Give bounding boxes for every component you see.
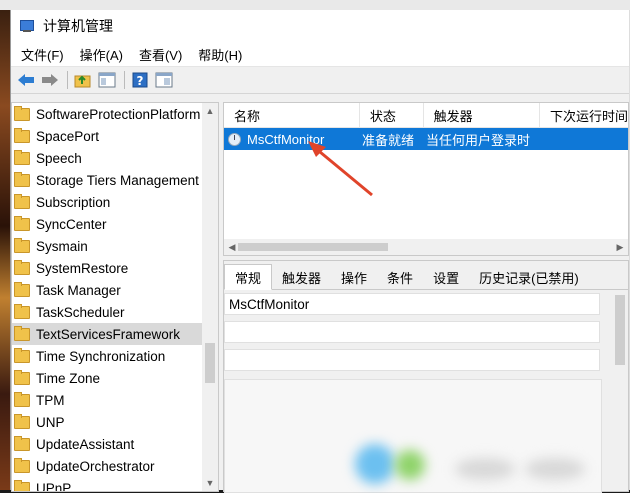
task-list-hscrollbar[interactable]: ◀ ▶	[224, 239, 628, 255]
folder-icon	[14, 171, 30, 187]
back-arrow-icon[interactable]	[15, 69, 37, 91]
folder-icon	[14, 149, 30, 165]
folder-icon	[14, 237, 30, 253]
desktop-wallpaper-edge	[0, 10, 10, 490]
task-description-area[interactable]	[224, 379, 602, 493]
tab-settings[interactable]: 设置	[423, 265, 469, 289]
task-trigger-cell: 当任何用户登录时	[426, 132, 531, 148]
column-header-name[interactable]: 名称	[224, 103, 360, 127]
tree-item[interactable]: Storage Tiers Management	[12, 169, 202, 191]
tree-item[interactable]: Time Synchronization	[12, 345, 202, 367]
tree-item-selected[interactable]: TextServicesFramework	[12, 323, 202, 345]
tab-conditions[interactable]: 条件	[377, 265, 423, 289]
tree-scroll-thumb[interactable]	[205, 343, 215, 383]
computer-management-icon	[19, 18, 35, 34]
tree-item[interactable]: TaskScheduler	[12, 301, 202, 323]
task-detail-pane: 常规 触发器 操作 条件 设置 历史记录(已禁用) MsCtfMonitor	[223, 260, 629, 493]
tree-item[interactable]: SystemRestore	[12, 257, 202, 279]
task-row-selected[interactable]: MsCtfMonitor 准备就绪 当任何用户登录时	[224, 128, 628, 150]
detail-tabs: 常规 触发器 操作 条件 设置 历史记录(已禁用)	[224, 261, 628, 290]
column-header-trigger[interactable]: 触发器	[424, 103, 540, 127]
tab-actions[interactable]: 操作	[331, 265, 377, 289]
toolbar-separator-2	[124, 71, 125, 89]
folder-icon	[14, 105, 30, 121]
tab-triggers[interactable]: 触发器	[272, 265, 331, 289]
detail-scrollbar[interactable]	[612, 291, 628, 491]
menu-action[interactable]: 操作(A)	[72, 45, 131, 64]
tab-history[interactable]: 历史记录(已禁用)	[469, 265, 589, 289]
tree-item[interactable]: UNP	[12, 411, 202, 433]
blurred-overlay	[355, 444, 395, 484]
column-header-next-run[interactable]: 下次运行时间	[540, 103, 628, 127]
red-annotation-arrow	[308, 141, 373, 197]
tree-item[interactable]: Time Zone	[12, 367, 202, 389]
scroll-up-icon[interactable]: ▲	[202, 103, 218, 119]
console-tree: SoftwareProtectionPlatform SpacePort Spe…	[11, 102, 219, 492]
up-folder-icon[interactable]	[72, 69, 94, 91]
scroll-right-icon[interactable]: ▶	[612, 239, 628, 255]
desktop-top-strip	[0, 0, 630, 10]
task-list-hscroll-thumb[interactable]	[238, 243, 388, 251]
menu-view[interactable]: 查看(V)	[131, 45, 190, 64]
folder-icon	[14, 259, 30, 275]
tab-general[interactable]: 常规	[224, 264, 273, 290]
svg-text:?: ?	[137, 74, 144, 88]
forward-arrow-icon[interactable]	[39, 69, 61, 91]
tree-item[interactable]: SpacePort	[12, 125, 202, 147]
tree-item[interactable]: Sysmain	[12, 235, 202, 257]
folder-icon	[14, 369, 30, 385]
right-pane: 名称 状态 触发器 下次运行时间 MsCtfMonitor 准备就绪 当任何用户…	[223, 102, 629, 493]
task-list-pane: 名称 状态 触发器 下次运行时间 MsCtfMonitor 准备就绪 当任何用户…	[223, 102, 629, 256]
folder-icon	[14, 281, 30, 297]
menu-file[interactable]: 文件(F)	[13, 45, 72, 64]
scroll-down-icon[interactable]: ▼	[202, 475, 218, 491]
folder-icon	[14, 215, 30, 231]
folder-icon	[14, 457, 30, 473]
tree-item[interactable]: Subscription	[12, 191, 202, 213]
tree-item[interactable]: UpdateOrchestrator	[12, 455, 202, 477]
task-clock-icon	[228, 132, 241, 146]
toolbar-separator	[67, 71, 68, 89]
task-name-field[interactable]: MsCtfMonitor	[224, 293, 600, 315]
folder-icon	[14, 435, 30, 451]
properties-icon[interactable]	[153, 69, 175, 91]
folder-icon	[14, 347, 30, 363]
menu-bar: 文件(F) 操作(A) 查看(V) 帮助(H)	[11, 42, 629, 67]
task-author-field[interactable]	[224, 349, 600, 371]
menu-help[interactable]: 帮助(H)	[190, 45, 250, 64]
blurred-overlay	[525, 458, 585, 480]
folder-icon	[14, 413, 30, 429]
tree-item[interactable]: TPM	[12, 389, 202, 411]
task-list-header: 名称 状态 触发器 下次运行时间	[224, 103, 628, 128]
blurred-overlay	[455, 458, 515, 480]
title-bar: 计算机管理	[11, 10, 629, 42]
main-area: SoftwareProtectionPlatform SpacePort Spe…	[11, 94, 629, 493]
task-location-field[interactable]	[224, 321, 600, 343]
column-header-status[interactable]: 状态	[360, 103, 424, 127]
tree-item[interactable]: UpdateAssistant	[12, 433, 202, 455]
tree-item[interactable]: SyncCenter	[12, 213, 202, 235]
show-hide-tree-icon[interactable]	[96, 69, 118, 91]
toolbar: ?	[11, 67, 629, 94]
tree-item[interactable]: Task Manager	[12, 279, 202, 301]
tree-item[interactable]: Speech	[12, 147, 202, 169]
computer-management-window: 计算机管理 文件(F) 操作(A) 查看(V) 帮助(H) ? Software…	[10, 10, 629, 493]
tree-list: SoftwareProtectionPlatform SpacePort Spe…	[12, 103, 202, 491]
detail-scroll-thumb[interactable]	[615, 295, 625, 365]
help-icon[interactable]: ?	[129, 69, 151, 91]
folder-icon	[14, 303, 30, 319]
blurred-overlay	[395, 450, 425, 480]
tree-scrollbar[interactable]: ▲ ▼	[202, 103, 218, 491]
folder-icon	[14, 325, 30, 341]
folder-icon	[14, 391, 30, 407]
folder-icon	[14, 479, 30, 491]
window-title: 计算机管理	[43, 18, 113, 34]
folder-icon	[14, 127, 30, 143]
folder-icon	[14, 193, 30, 209]
tree-item[interactable]: SoftwareProtectionPlatform	[12, 103, 202, 125]
